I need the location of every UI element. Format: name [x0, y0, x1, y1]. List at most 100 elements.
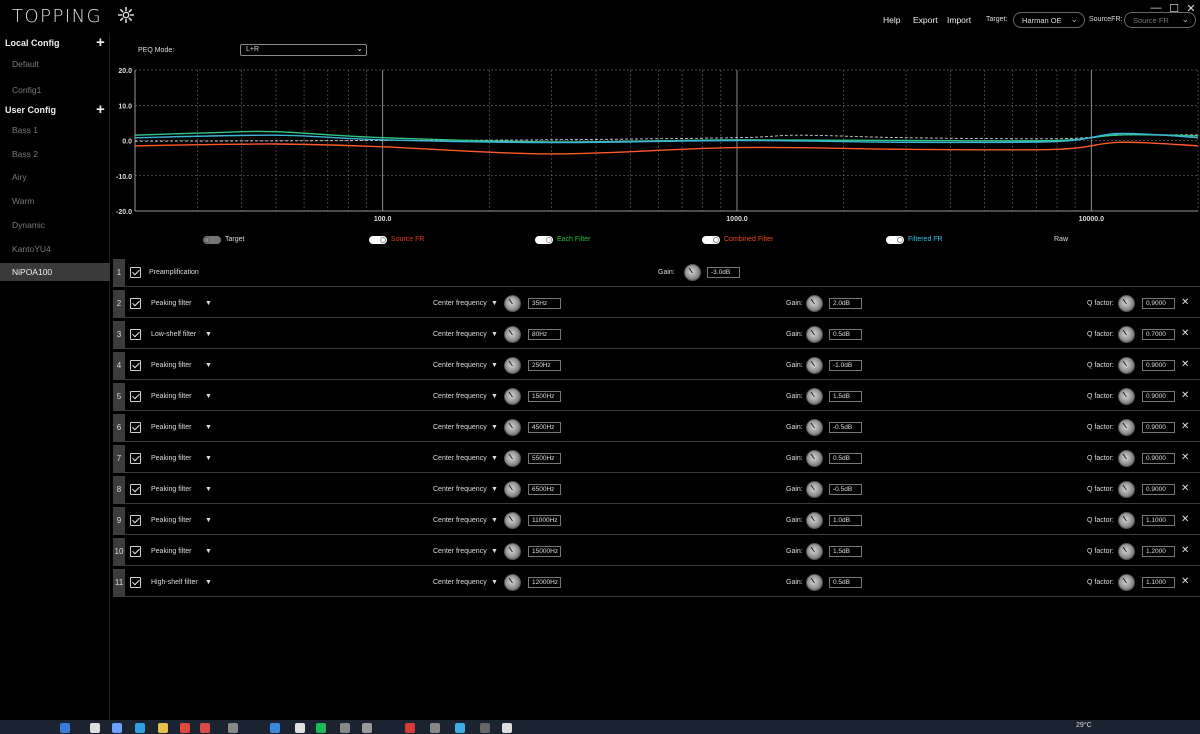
caret-down-icon[interactable]: ▼: [491, 579, 498, 586]
sidebar-item-nipoa100[interactable]: NiPOA100: [0, 263, 110, 281]
q-factor-input[interactable]: 0.9000: [1142, 360, 1175, 371]
filter-enable-checkbox[interactable]: [130, 546, 141, 557]
caret-down-icon[interactable]: ▼: [205, 548, 212, 555]
gain-input[interactable]: 1.5dB: [829, 391, 862, 402]
filter-type-select[interactable]: High-shelf filter: [151, 579, 198, 586]
q-factor-input[interactable]: 0.9000: [1142, 484, 1175, 495]
q-factor-input[interactable]: 0.7000: [1142, 329, 1175, 340]
frequency-input[interactable]: 250Hz: [528, 360, 561, 371]
taskbar-app-icon[interactable]: [340, 723, 350, 733]
sidebar-item-warm[interactable]: Warm: [0, 192, 110, 210]
center-frequency-select[interactable]: Center frequency: [433, 300, 487, 307]
caret-down-icon[interactable]: ▼: [491, 331, 498, 338]
frequency-input[interactable]: 5500Hz: [528, 453, 561, 464]
filter-type-select[interactable]: Low-shelf filter: [151, 331, 196, 338]
gain-input[interactable]: 0.5dB: [829, 453, 862, 464]
caret-down-icon[interactable]: ▼: [205, 300, 212, 307]
caret-down-icon[interactable]: ▼: [205, 393, 212, 400]
source-fr-select[interactable]: Source FR ⌄: [1124, 12, 1196, 28]
sidebar-item-default[interactable]: Default: [0, 55, 110, 73]
delete-filter-icon[interactable]: ✕: [1181, 390, 1189, 401]
add-user-config-icon[interactable]: +: [96, 102, 105, 117]
filter-type-select[interactable]: Peaking filter: [151, 486, 191, 493]
frequency-input[interactable]: 4500Hz: [528, 422, 561, 433]
caret-down-icon[interactable]: ▼: [491, 393, 498, 400]
gain-knob[interactable]: [806, 326, 823, 343]
filter-enable-checkbox[interactable]: [130, 329, 141, 340]
q-factor-knob[interactable]: [1118, 450, 1135, 467]
taskbar-app-icon[interactable]: [316, 723, 326, 733]
source-fr-toggle[interactable]: [369, 236, 387, 244]
frequency-knob[interactable]: [504, 326, 521, 343]
center-frequency-select[interactable]: Center frequency: [433, 579, 487, 586]
delete-filter-icon[interactable]: ✕: [1181, 297, 1189, 308]
sidebar-item-kantoyu4[interactable]: KantoYU4: [0, 240, 110, 258]
target-toggle[interactable]: [203, 236, 221, 244]
sidebar-item-config1[interactable]: Config1: [0, 81, 110, 99]
q-factor-knob[interactable]: [1118, 419, 1135, 436]
frequency-knob[interactable]: [504, 419, 521, 436]
taskbar-app-icon[interactable]: [228, 723, 238, 733]
taskbar-app-icon[interactable]: [405, 723, 415, 733]
q-factor-input[interactable]: 1.2000: [1142, 546, 1175, 557]
filter-enable-checkbox[interactable]: [130, 298, 141, 309]
taskbar-app-icon[interactable]: [135, 723, 145, 733]
gain-input[interactable]: -0.5dB: [829, 484, 862, 495]
q-factor-knob[interactable]: [1118, 574, 1135, 591]
delete-filter-icon[interactable]: ✕: [1181, 452, 1189, 463]
gain-knob[interactable]: [806, 419, 823, 436]
q-factor-input[interactable]: 1.1000: [1142, 577, 1175, 588]
gain-knob[interactable]: [806, 543, 823, 560]
taskbar-app-icon[interactable]: [502, 723, 512, 733]
center-frequency-select[interactable]: Center frequency: [433, 548, 487, 555]
frequency-input[interactable]: 80Hz: [528, 329, 561, 340]
center-frequency-select[interactable]: Center frequency: [433, 362, 487, 369]
caret-down-icon[interactable]: ▼: [205, 579, 212, 586]
center-frequency-select[interactable]: Center frequency: [433, 393, 487, 400]
frequency-input[interactable]: 12000Hz: [528, 577, 561, 588]
taskbar-app-icon[interactable]: [90, 723, 100, 733]
target-select[interactable]: Harman OE ⌄: [1013, 12, 1085, 28]
frequency-response-chart[interactable]: 20.0 10.0 0.0 -10.0 -20.0 100.0 1000.0 10000.0: [110, 62, 1200, 227]
center-frequency-select[interactable]: Center frequency: [433, 331, 487, 338]
gear-icon[interactable]: [118, 7, 134, 23]
filter-type-select[interactable]: Peaking filter: [151, 300, 191, 307]
frequency-knob[interactable]: [504, 512, 521, 529]
filter-enable-checkbox[interactable]: [130, 360, 141, 371]
delete-filter-icon[interactable]: ✕: [1181, 514, 1189, 525]
taskbar-app-icon[interactable]: [362, 723, 372, 733]
filter-enable-checkbox[interactable]: [130, 484, 141, 495]
q-factor-input[interactable]: 0.9000: [1142, 298, 1175, 309]
gain-knob[interactable]: [806, 388, 823, 405]
filter-type-select[interactable]: Peaking filter: [151, 393, 191, 400]
frequency-input[interactable]: 6500Hz: [528, 484, 561, 495]
caret-down-icon[interactable]: ▼: [205, 455, 212, 462]
filter-type-select[interactable]: Peaking filter: [151, 362, 191, 369]
taskbar-app-icon[interactable]: [480, 723, 490, 733]
delete-filter-icon[interactable]: ✕: [1181, 576, 1189, 587]
caret-down-icon[interactable]: ▼: [491, 424, 498, 431]
center-frequency-select[interactable]: Center frequency: [433, 424, 487, 431]
gain-knob[interactable]: [806, 357, 823, 374]
frequency-input[interactable]: 15000Hz: [528, 546, 561, 557]
each-filter-toggle[interactable]: [535, 236, 553, 244]
gain-knob[interactable]: [806, 512, 823, 529]
taskbar-app-icon[interactable]: [200, 723, 210, 733]
gain-knob[interactable]: [806, 481, 823, 498]
caret-down-icon[interactable]: ▼: [491, 517, 498, 524]
center-frequency-select[interactable]: Center frequency: [433, 517, 487, 524]
frequency-knob[interactable]: [504, 388, 521, 405]
q-factor-input[interactable]: 0.9000: [1142, 391, 1175, 402]
filter-type-select[interactable]: Peaking filter: [151, 517, 191, 524]
frequency-knob[interactable]: [504, 574, 521, 591]
gain-input[interactable]: -1.0dB: [829, 360, 862, 371]
q-factor-knob[interactable]: [1118, 388, 1135, 405]
caret-down-icon[interactable]: ▼: [491, 486, 498, 493]
frequency-knob[interactable]: [504, 481, 521, 498]
preamp-gain-knob[interactable]: [684, 264, 701, 281]
caret-down-icon[interactable]: ▼: [491, 548, 498, 555]
frequency-knob[interactable]: [504, 450, 521, 467]
gain-input[interactable]: -0.5dB: [829, 422, 862, 433]
gain-input[interactable]: 1.5dB: [829, 546, 862, 557]
delete-filter-icon[interactable]: ✕: [1181, 421, 1189, 432]
